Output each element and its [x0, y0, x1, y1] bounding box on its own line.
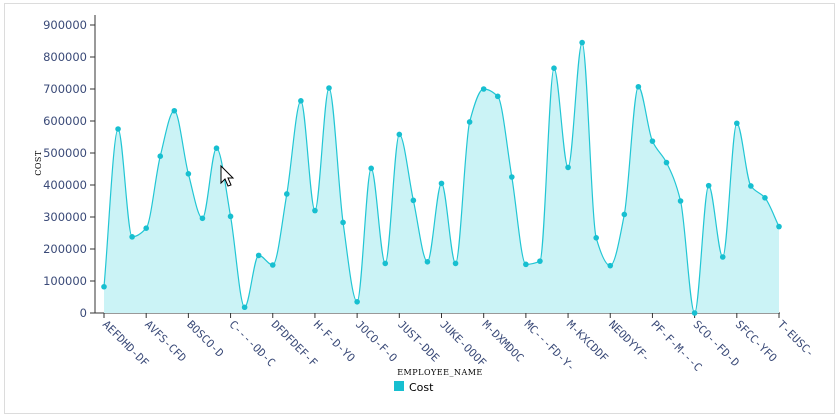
data-point[interactable] — [565, 164, 571, 171]
data-point[interactable] — [326, 85, 332, 91]
data-point[interactable] — [607, 262, 614, 269]
cost-area-chart: 0 100000 200000 300000 400000 500000 600000 700… — [34, 15, 817, 394]
data-point[interactable] — [284, 191, 290, 197]
x-tick-label: BOSCO-D — [184, 318, 226, 360]
data-point[interactable] — [579, 39, 585, 46]
y-axis-title: COST — [34, 150, 43, 176]
x-tick-label: NEODYYF- — [606, 318, 653, 365]
y-tick-label: 100000 — [43, 274, 87, 288]
data-point[interactable] — [227, 213, 234, 220]
data-point[interactable] — [649, 138, 656, 144]
data-point[interactable] — [551, 65, 557, 71]
data-point[interactable] — [438, 180, 445, 187]
y-tick-label: 800000 — [43, 50, 87, 64]
legend[interactable]: Cost — [394, 381, 434, 394]
y-tick-label: 600000 — [43, 114, 87, 128]
data-point[interactable] — [509, 174, 515, 180]
x-tick-label: JOCO-F-O — [353, 318, 400, 365]
data-point[interactable] — [480, 86, 487, 92]
x-axis: AEFDHD-DFAVFS-CFDBOSCO-D C----OD-CDFDFDEF… — [95, 312, 817, 374]
x-tick-label: JUST-DDE — [395, 318, 442, 365]
y-tick-label: 400000 — [43, 178, 87, 192]
data-point[interactable] — [382, 260, 389, 267]
y-tick-label: 700000 — [43, 82, 87, 96]
data-point[interactable] — [115, 126, 121, 132]
data-point[interactable] — [396, 131, 403, 138]
data-point[interactable] — [171, 107, 178, 114]
data-point[interactable] — [593, 235, 599, 241]
data-point[interactable] — [185, 171, 192, 177]
data-point[interactable] — [157, 153, 164, 159]
y-tick-label: 900000 — [43, 18, 87, 32]
data-point[interactable] — [691, 310, 698, 316]
data-point[interactable] — [255, 252, 262, 259]
data-point[interactable] — [410, 197, 417, 204]
data-point[interactable] — [101, 283, 107, 290]
data-point[interactable] — [466, 119, 473, 125]
data-point[interactable] — [537, 258, 543, 264]
data-point[interactable] — [621, 211, 628, 218]
y-tick-label: 0 — [80, 306, 87, 320]
data-point[interactable] — [368, 165, 374, 172]
data-point[interactable] — [354, 299, 360, 305]
data-point[interactable] — [677, 198, 684, 204]
data-point[interactable] — [269, 262, 276, 268]
data-point[interactable] — [129, 234, 135, 240]
x-axis-title: EMPLOYEE_NAME — [397, 368, 483, 377]
data-point[interactable] — [734, 120, 740, 127]
y-tick-label: 500000 — [43, 146, 87, 160]
legend-label-cost[interactable]: Cost — [409, 381, 434, 394]
cost-area-fill — [104, 42, 779, 313]
data-point[interactable] — [523, 261, 529, 268]
y-tick-label: 200000 — [43, 242, 87, 256]
y-tick-label: 300000 — [43, 210, 87, 224]
y-axis: 0 100000 200000 300000 400000 500000 600000 700… — [43, 15, 96, 320]
data-point[interactable] — [494, 93, 501, 100]
data-point[interactable] — [452, 260, 459, 267]
legend-swatch-cost — [394, 381, 404, 391]
data-point[interactable] — [241, 304, 248, 311]
data-point[interactable] — [312, 207, 318, 214]
data-point[interactable] — [663, 159, 670, 166]
data-point[interactable] — [424, 259, 431, 265]
data-point[interactable] — [213, 145, 220, 151]
data-point[interactable] — [719, 254, 726, 260]
data-point[interactable] — [762, 195, 768, 201]
data-point[interactable] — [776, 223, 782, 230]
data-point[interactable] — [705, 182, 712, 189]
x-tick-label: T-EUSC- — [775, 318, 817, 360]
data-point[interactable] — [143, 225, 149, 231]
data-point[interactable] — [340, 219, 346, 226]
data-point[interactable] — [298, 98, 304, 104]
data-point[interactable] — [635, 83, 642, 90]
data-point[interactable] — [199, 215, 206, 222]
data-point[interactable] — [748, 183, 754, 189]
